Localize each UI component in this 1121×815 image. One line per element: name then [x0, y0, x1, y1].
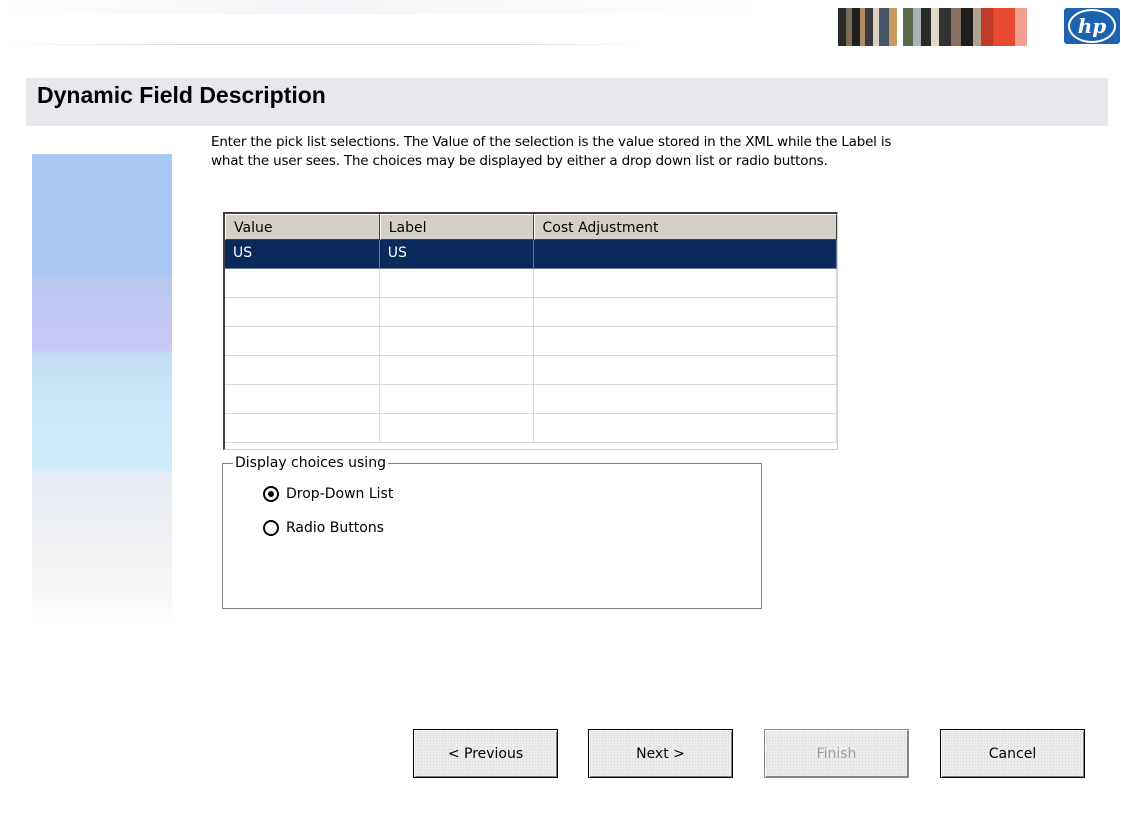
instructions-line-2: what the user sees. The choices may be d…	[211, 153, 828, 169]
cell-value[interactable]	[225, 385, 380, 414]
table-row[interactable]	[225, 269, 837, 298]
finish-button[interactable]: Finish	[764, 729, 909, 778]
pick-list-grid[interactable]: Value Label Cost Adjustment US US	[223, 212, 838, 450]
cell-cost-adjustment[interactable]	[533, 327, 837, 356]
radio-radio-buttons-label[interactable]: Radio Buttons	[286, 520, 384, 536]
header-photo-strip	[838, 8, 1058, 46]
instructions-line-1: Enter the pick list selections. The Valu…	[211, 134, 892, 150]
table-row[interactable]	[225, 414, 837, 443]
radio-drop-down-list[interactable]: Drop-Down List	[263, 486, 393, 502]
cell-value[interactable]	[225, 298, 380, 327]
cell-label[interactable]	[379, 385, 534, 414]
cancel-button[interactable]: Cancel	[940, 729, 1085, 778]
cell-label[interactable]	[379, 298, 534, 327]
instructions: Enter the pick list selections. The Valu…	[211, 133, 991, 171]
cell-cost-adjustment[interactable]	[533, 414, 837, 443]
cell-value[interactable]	[225, 356, 380, 385]
cell-value[interactable]	[225, 269, 380, 298]
cell-cost-adjustment[interactable]	[533, 385, 837, 414]
display-choices-legend: Display choices using	[233, 455, 388, 471]
table-row[interactable]	[225, 385, 837, 414]
radio-unchecked-icon[interactable]	[263, 520, 279, 536]
cell-label[interactable]: US	[379, 240, 534, 269]
top-divider	[0, 44, 640, 45]
table-row[interactable]	[225, 356, 837, 385]
hp-logo: hp	[1064, 8, 1120, 44]
cell-value[interactable]: US	[225, 240, 380, 269]
cell-label[interactable]	[379, 269, 534, 298]
table-row[interactable]	[225, 298, 837, 327]
grid-header: Value Label Cost Adjustment	[225, 214, 837, 240]
cell-cost-adjustment[interactable]	[533, 356, 837, 385]
display-choices-group: Display choices using Drop-Down List Rad…	[222, 455, 762, 609]
radio-drop-down-list-label[interactable]: Drop-Down List	[286, 486, 393, 502]
cell-cost-adjustment[interactable]	[533, 298, 837, 327]
next-button[interactable]: Next >	[588, 729, 733, 778]
cell-label[interactable]	[379, 327, 534, 356]
side-decoration	[32, 154, 172, 624]
cell-cost-adjustment[interactable]	[533, 240, 837, 269]
cell-label[interactable]	[379, 356, 534, 385]
column-header-value[interactable]: Value	[225, 214, 380, 240]
previous-button[interactable]: < Previous	[413, 729, 558, 778]
cell-value[interactable]	[225, 414, 380, 443]
top-banner-gradient	[0, 0, 760, 14]
table-row[interactable]: US US	[225, 240, 837, 269]
hp-logo-text: hp	[1068, 9, 1116, 43]
title-bar: Dynamic Field Description	[26, 78, 1108, 126]
column-header-label[interactable]: Label	[379, 214, 534, 240]
column-header-cost-adjustment[interactable]: Cost Adjustment	[533, 214, 837, 240]
page-title: Dynamic Field Description	[37, 82, 326, 108]
radio-checked-icon[interactable]	[263, 486, 279, 502]
radio-radio-buttons[interactable]: Radio Buttons	[263, 520, 384, 536]
cell-cost-adjustment[interactable]	[533, 269, 837, 298]
table-row[interactable]	[225, 327, 837, 356]
cell-label[interactable]	[379, 414, 534, 443]
cell-value[interactable]	[225, 327, 380, 356]
